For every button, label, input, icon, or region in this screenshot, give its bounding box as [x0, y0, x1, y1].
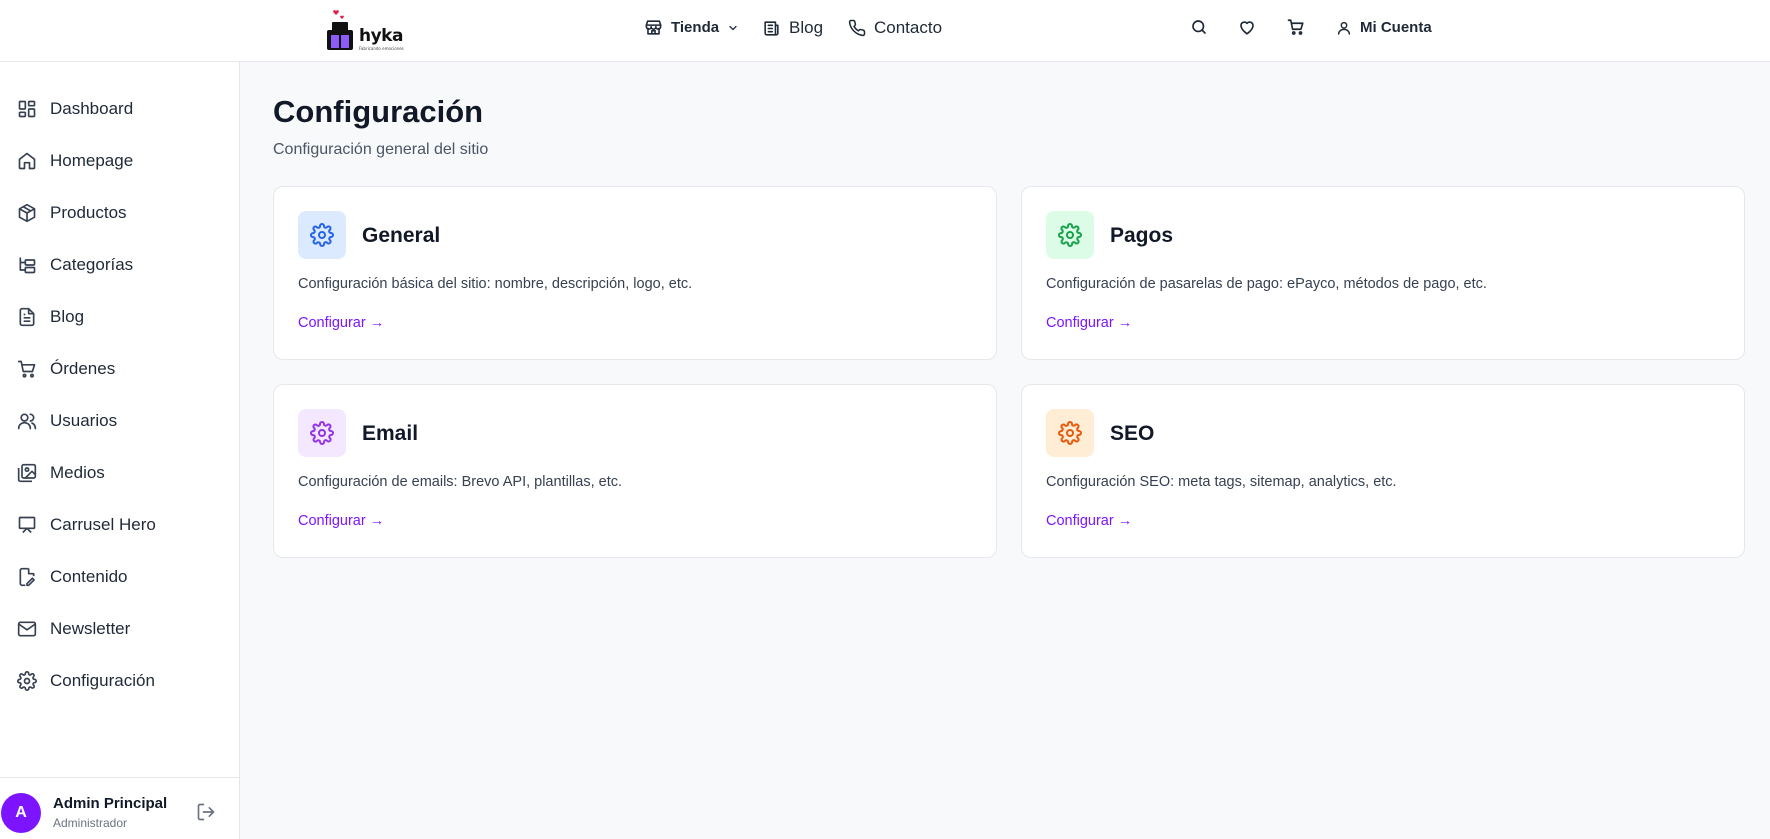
admin-sidebar: Dashboard Homepage Productos Categorías …: [0, 62, 240, 839]
logout-button[interactable]: [196, 802, 216, 822]
gear-icon: [310, 421, 334, 445]
sidebar-item-label: Usuarios: [50, 411, 118, 430]
sidebar-item-homepage[interactable]: Homepage: [0, 139, 239, 183]
sidebar-item-ordenes[interactable]: Órdenes: [0, 347, 239, 391]
card-description: Configuración SEO: meta tags, sitemap, a…: [1046, 474, 1397, 490]
page-subtitle: Configuración general del sitio: [273, 141, 489, 158]
dashboard-icon: [18, 100, 36, 118]
configure-general-link[interactable]: Configurar →: [298, 315, 384, 331]
avatar: A: [1, 793, 41, 833]
mail-icon: [17, 621, 37, 637]
cart-icon: [1287, 19, 1304, 35]
settings-card-pagos: Pagos Configuración de pasarelas de pago…: [1021, 186, 1745, 360]
sidebar-item-label: Medios: [50, 463, 105, 482]
sidebar-item-label: Dashboard: [50, 99, 134, 118]
sidebar-item-label: Productos: [50, 203, 127, 222]
nav-contacto-label: Contacto: [874, 18, 943, 37]
newspaper-icon: [764, 20, 779, 36]
card-icon-box: [1046, 211, 1094, 259]
account-link[interactable]: Mi Cuenta: [1336, 19, 1432, 36]
search-button[interactable]: [1190, 18, 1212, 40]
sidebar-item-label: Carrusel Hero: [50, 515, 156, 534]
sidebar-item-contenido[interactable]: Contenido: [0, 555, 239, 599]
card-title: SEO: [1110, 422, 1155, 445]
card-icon-box: [1046, 409, 1094, 457]
sidebar-item-label: Contenido: [50, 567, 128, 586]
page-title: Configuración: [273, 94, 484, 129]
sidebar-item-usuarios[interactable]: Usuarios: [0, 399, 239, 443]
account-label: Mi Cuenta: [1360, 19, 1432, 36]
sidebar-item-label: Configuración: [50, 671, 155, 690]
box-icon: [18, 203, 36, 223]
document-icon: [19, 307, 35, 327]
search-icon: [1192, 20, 1206, 34]
sidebar-item-label: Homepage: [50, 151, 134, 170]
images-icon: [17, 463, 37, 483]
logo-mark-icon: [327, 10, 353, 50]
sidebar-item-label: Blog: [50, 307, 85, 326]
wishlist-button[interactable]: [1238, 18, 1260, 40]
configure-email-link[interactable]: Configurar →: [298, 513, 384, 529]
gear-icon: [17, 671, 37, 691]
nav-tienda[interactable]: Tienda: [644, 18, 739, 37]
sidebar-item-blog[interactable]: Blog: [0, 295, 239, 339]
logout-icon: [197, 803, 215, 821]
user-icon: [1337, 21, 1351, 35]
home-icon: [18, 152, 36, 170]
sidebar-item-configuracion[interactable]: Configuración: [0, 659, 239, 703]
card-description: Configuración de emails: Brevo API, plan…: [298, 474, 622, 490]
logo-tagline: Fabricando emociones: [359, 46, 404, 51]
card-title: Pagos: [1110, 224, 1174, 247]
settings-card-seo: SEO Configuración SEO: meta tags, sitema…: [1021, 384, 1745, 558]
sidebar-item-label: Newsletter: [50, 619, 131, 638]
cart-icon: [17, 360, 36, 378]
top-navbar: hyka Fabricando emociones Tienda Blog Co…: [0, 0, 1770, 62]
sidebar-item-newsletter[interactable]: Newsletter: [0, 607, 239, 651]
sidebar-item-carrusel-hero[interactable]: Carrusel Hero: [0, 503, 239, 547]
nav-blog[interactable]: Blog: [762, 18, 823, 38]
sidebar-item-label: Órdenes: [50, 359, 116, 378]
card-description: Configuración de pasarelas de pago: ePay…: [1046, 276, 1487, 292]
gear-icon: [1058, 223, 1082, 247]
settings-card-email: Email Configuración de emails: Brevo API…: [273, 384, 997, 558]
nav-tienda-label: Tienda: [671, 19, 720, 36]
settings-card-general: General Configuración básica del sitio: …: [273, 186, 997, 360]
card-icon-box: [298, 409, 346, 457]
store-icon: [645, 20, 662, 35]
gear-icon: [1058, 421, 1082, 445]
phone-icon: [848, 19, 866, 37]
chevron-down-icon: [729, 25, 737, 30]
presentation-icon: [18, 516, 36, 534]
heart-icon: [1240, 21, 1254, 35]
configure-seo-link[interactable]: Configurar →: [1046, 513, 1132, 529]
logo-text: hyka: [359, 26, 403, 46]
sidebar-item-productos[interactable]: Productos: [0, 191, 239, 235]
sidebar-item-label: Categorías: [50, 255, 134, 274]
card-description: Configuración básica del sitio: nombre, …: [298, 276, 693, 292]
sidebar-item-categorias[interactable]: Categorías: [0, 243, 239, 287]
file-edit-icon: [19, 567, 35, 587]
users-icon: [17, 413, 37, 430]
cart-button[interactable]: [1287, 18, 1309, 40]
user-role: Administrador: [53, 816, 128, 830]
sidebar-item-medios[interactable]: Medios: [0, 451, 239, 495]
sidebar-user-panel: A Admin Principal Administrador: [0, 777, 239, 839]
brand-logo[interactable]: hyka Fabricando emociones: [323, 6, 404, 54]
sidebar-item-dashboard[interactable]: Dashboard: [0, 87, 239, 131]
card-icon-box: [298, 211, 346, 259]
user-name: Admin Principal: [53, 795, 168, 812]
nav-contacto[interactable]: Contacto: [848, 18, 942, 38]
nav-blog-label: Blog: [789, 18, 824, 37]
configure-pagos-link[interactable]: Configurar →: [1046, 315, 1132, 331]
gear-icon: [310, 223, 334, 247]
card-title: General: [362, 224, 441, 247]
tree-icon: [19, 257, 36, 274]
card-title: Email: [362, 422, 419, 445]
